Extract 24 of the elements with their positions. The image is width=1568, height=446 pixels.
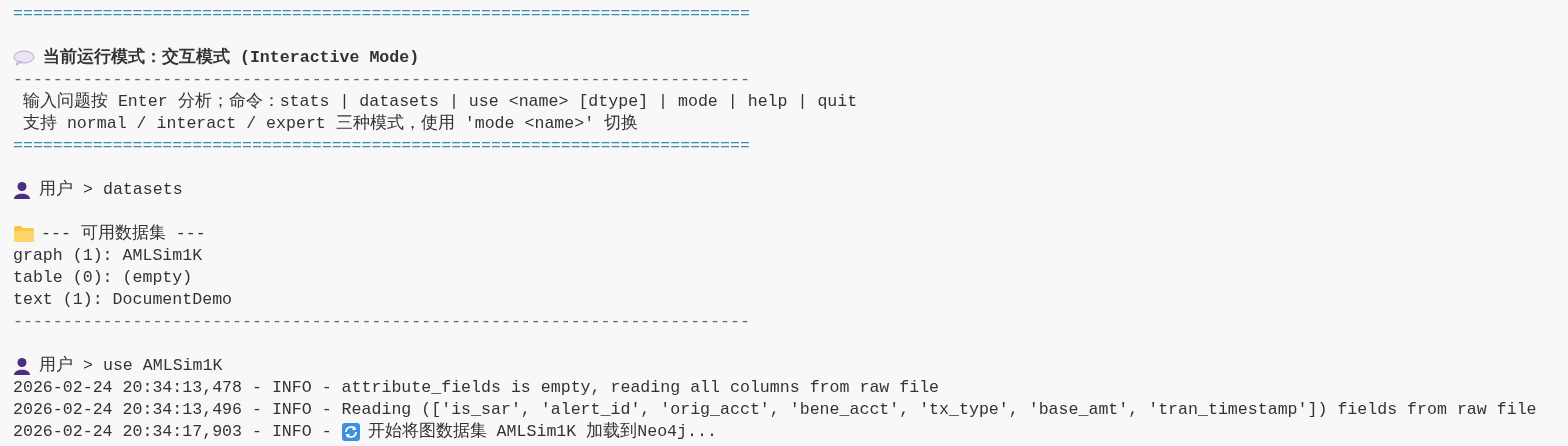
command-text: datasets	[102, 179, 183, 201]
divider-line: --------------------------------------------------------------------------	[13, 69, 750, 91]
folder-icon	[13, 225, 35, 243]
command-text: use AMLSim1K	[102, 355, 223, 377]
mode-heading: 当前运行模式：交互模式 (Interactive Mode)	[43, 47, 420, 69]
speech-bubble-icon	[13, 50, 35, 66]
divider-line: ==========================================================================	[13, 3, 750, 25]
output-line: graph (1): AMLSim1K	[13, 245, 203, 267]
divider-line: --------------------------------------------------------------------------	[13, 311, 750, 333]
log-prefix: 2026-02-24 20:34:17,903 - INFO -	[13, 421, 332, 443]
user-icon	[13, 357, 31, 375]
output-line: 输入问题按 Enter 分析；命令：stats | datasets | use <name> [dtype] | mode | help | quit	[21, 91, 858, 113]
output-line: 2026-02-24 20:34:13,496 - INFO - Reading (['is_sar', 'alert_id', 'orig_acct', 'bene_acct', 'tx_type', 'base_amt', 'tran_timestamp']) fields from raw file	[13, 399, 1537, 421]
output-line: table (0): (empty)	[13, 267, 193, 289]
output-line: 2026-02-24 20:34:13,478 - INFO - attribute_fields is empty, reading all columns from raw file	[13, 377, 940, 399]
user-prompt: 用户 >	[39, 355, 93, 377]
output-line: text (1): DocumentDemo	[13, 289, 233, 311]
output-line: 支持 normal / interact / expert 三种模式，使用 'mode <name>' 切换	[21, 113, 639, 135]
log-message: 开始将图数据集 AMLSim1K 加载到Neo4j...	[367, 421, 717, 443]
refresh-icon	[341, 423, 360, 441]
user-prompt: 用户 >	[39, 179, 93, 201]
user-icon	[13, 181, 31, 199]
section-title: --- 可用数据集 ---	[41, 223, 206, 245]
divider-line: ==========================================================================	[13, 135, 750, 157]
